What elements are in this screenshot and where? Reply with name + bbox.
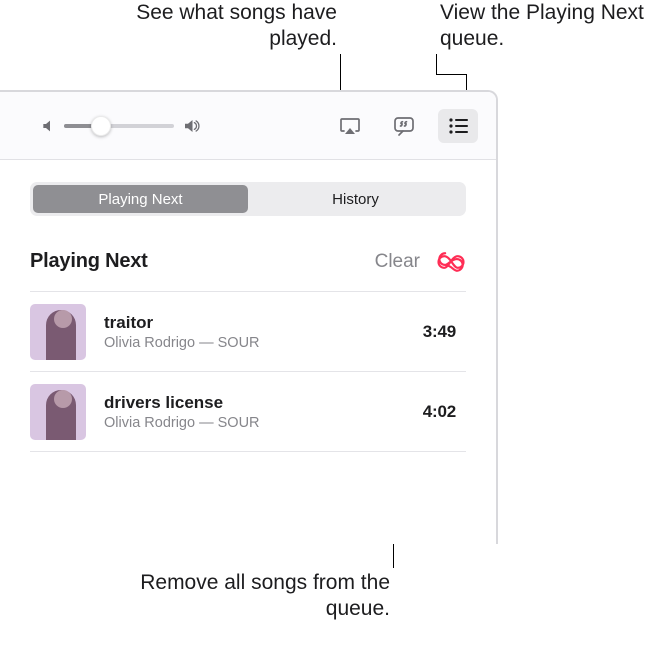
volume-slider[interactable] — [64, 124, 174, 128]
autoplay-button[interactable] — [436, 252, 466, 272]
section-header: Playing Next Clear — [30, 250, 466, 273]
callout-line-queue-h — [436, 74, 466, 75]
song-duration: 3:49 — [423, 322, 466, 342]
clear-button[interactable]: Clear — [375, 251, 420, 273]
airplay-button[interactable] — [330, 109, 370, 143]
tab-playing-next[interactable]: Playing Next — [33, 185, 248, 213]
song-title: drivers license — [104, 393, 405, 413]
list-item[interactable]: traitor Olivia Rodrigo — SOUR 3:49 — [30, 292, 466, 372]
album-art — [30, 304, 86, 360]
song-subtitle: Olivia Rodrigo — SOUR — [104, 415, 405, 431]
queue-panel: Playing Next History Playing Next Clear … — [0, 160, 496, 452]
volume-control — [40, 117, 200, 135]
volume-slider-knob[interactable] — [91, 116, 111, 136]
song-list: traitor Olivia Rodrigo — SOUR 3:49 drive… — [30, 291, 466, 452]
speaker-high-icon — [182, 117, 200, 135]
song-subtitle: Olivia Rodrigo — SOUR — [104, 335, 405, 351]
callout-history: See what songs have played. — [112, 0, 337, 53]
speaker-low-icon — [40, 118, 56, 134]
album-art — [30, 384, 86, 440]
music-queue-window: Playing Next History Playing Next Clear … — [0, 90, 498, 544]
callout-line-queue-v — [436, 54, 437, 74]
toolbar — [0, 92, 496, 160]
song-title: traitor — [104, 313, 405, 333]
tab-history[interactable]: History — [248, 185, 463, 213]
segmented-control: Playing Next History — [30, 182, 466, 216]
callout-clear: Remove all songs from the queue. — [130, 570, 390, 623]
list-item[interactable]: drivers license Olivia Rodrigo — SOUR 4:… — [30, 372, 466, 452]
callout-queue-button: View the Playing Next queue. — [440, 0, 660, 53]
song-duration: 4:02 — [423, 402, 466, 422]
section-title: Playing Next — [30, 250, 148, 273]
playing-next-button[interactable] — [438, 109, 478, 143]
lyrics-button[interactable] — [384, 109, 424, 143]
